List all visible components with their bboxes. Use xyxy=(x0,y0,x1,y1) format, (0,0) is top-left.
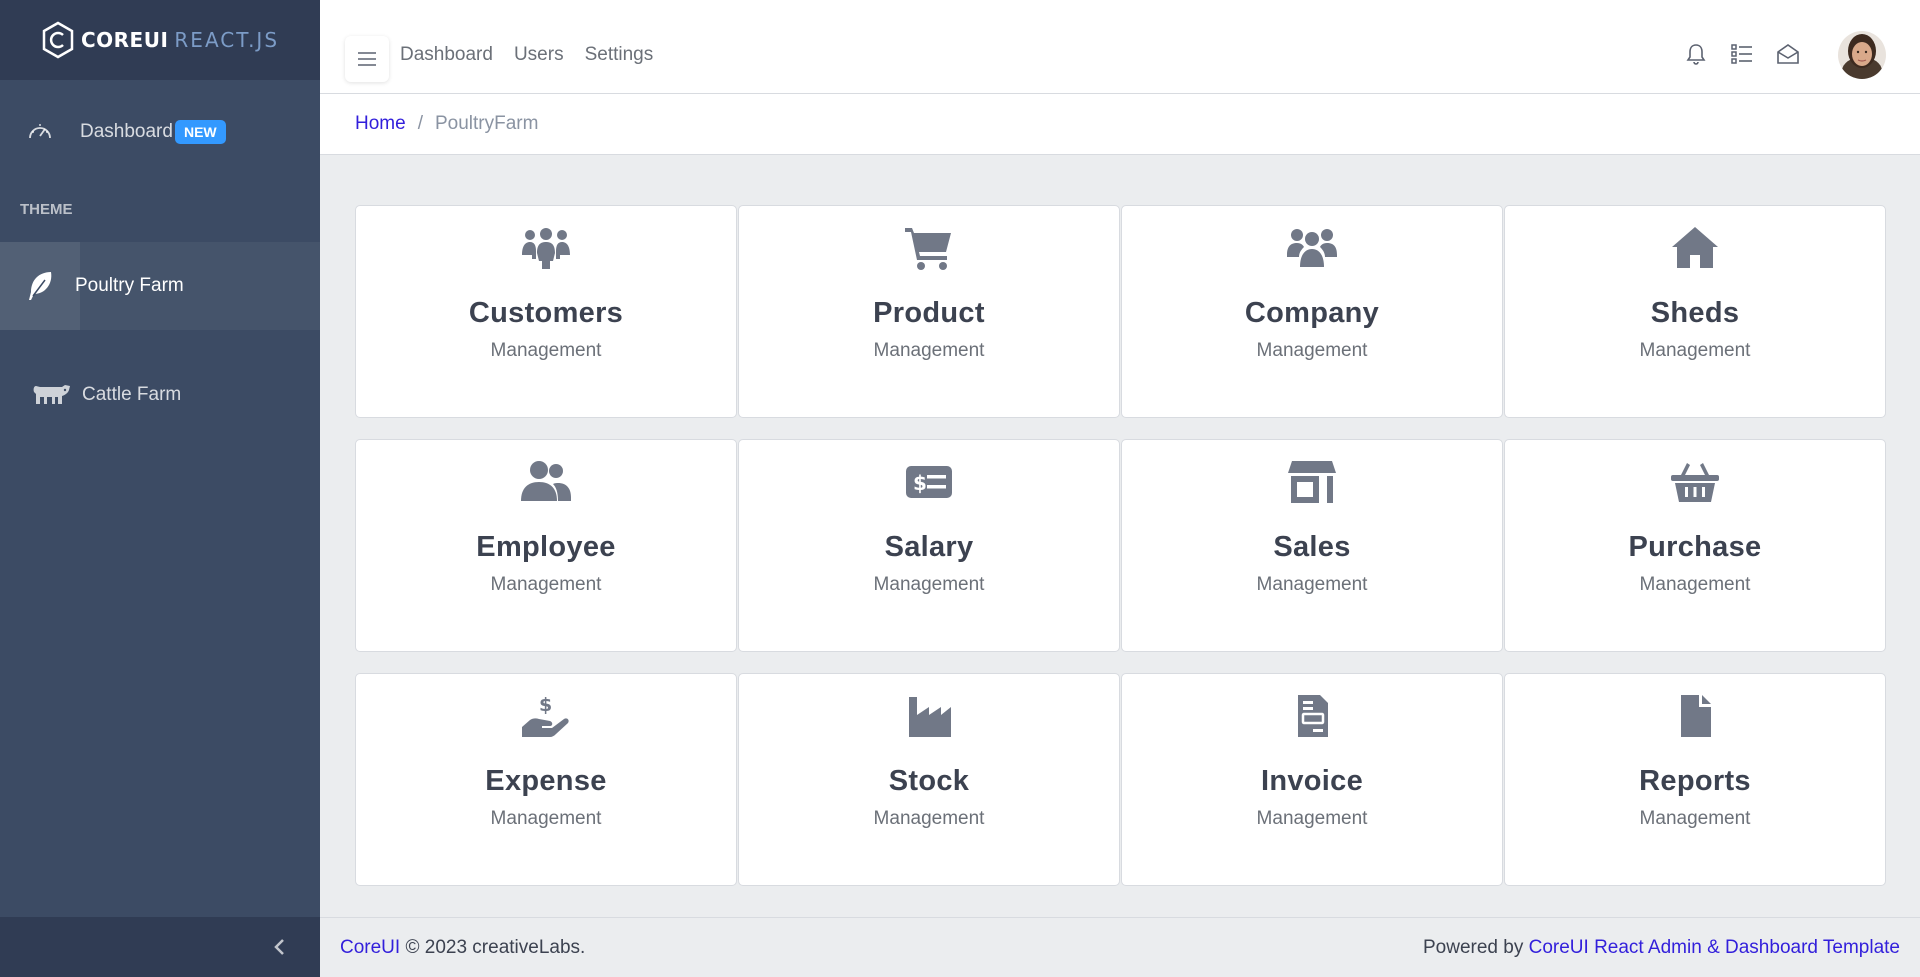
feather-icon xyxy=(29,272,52,300)
footer-template-link[interactable]: CoreUI React Admin & Dashboard Template xyxy=(1529,937,1900,958)
coreui-logo-icon xyxy=(42,21,74,59)
card-employee[interactable]: Employee Management xyxy=(355,439,737,652)
invoice-icon xyxy=(1286,692,1338,740)
svg-text:$: $ xyxy=(913,471,927,495)
footer-left: CoreUI © 2023 creativeLabs. xyxy=(340,937,585,959)
footer: CoreUI © 2023 creativeLabs. Powered by C… xyxy=(320,917,1920,977)
hamburger-icon xyxy=(358,52,376,66)
footer-copyright: © 2023 creativeLabs. xyxy=(405,936,586,958)
management-grid: Customers Management Product Management … xyxy=(355,205,1886,886)
card-salary[interactable]: $ Salary Management xyxy=(738,439,1120,652)
speedometer-icon xyxy=(29,124,51,139)
people-group-icon xyxy=(520,224,572,272)
footer-coreui-link[interactable]: CoreUI xyxy=(340,937,400,958)
money-check-icon: $ xyxy=(903,458,955,506)
card-title: Salary xyxy=(884,531,974,563)
card-subtitle: Management xyxy=(873,340,985,361)
sidebar-item-label: Dashboard xyxy=(80,121,173,142)
card-subtitle: Management xyxy=(1639,340,1751,361)
user-avatar[interactable] xyxy=(1838,31,1886,79)
footer-right: Powered by CoreUI React Admin & Dashboar… xyxy=(1423,937,1900,959)
card-title: Purchase xyxy=(1628,531,1762,563)
sidebar-brand[interactable]: COREUI REACT.JS xyxy=(0,0,320,80)
header-nav-settings[interactable]: Settings xyxy=(585,44,654,66)
card-subtitle: Management xyxy=(490,574,602,595)
card-title: Expense xyxy=(485,765,607,797)
breadcrumb-separator: / xyxy=(417,113,423,134)
sidebar-item-label: Poultry Farm xyxy=(75,275,184,296)
new-badge: NEW xyxy=(174,120,226,144)
card-subtitle: Management xyxy=(490,808,602,829)
envelope-open-icon[interactable] xyxy=(1776,42,1800,66)
breadcrumb-home-link[interactable]: Home xyxy=(355,113,406,135)
header-nav: Dashboard Users Settings xyxy=(400,44,653,66)
cow-icon xyxy=(33,385,70,404)
card-title: Product xyxy=(873,297,985,329)
avatar-image xyxy=(1838,31,1886,79)
card-title: Invoice xyxy=(1260,765,1364,797)
industry-icon xyxy=(903,692,955,740)
card-subtitle: Management xyxy=(1256,808,1368,829)
header-nav-dashboard[interactable]: Dashboard xyxy=(400,44,493,66)
sidebar-item-label: Cattle Farm xyxy=(82,384,182,405)
breadcrumb-current: PoultryFarm xyxy=(434,113,539,134)
house-icon xyxy=(1669,224,1721,272)
header-icons xyxy=(1684,42,1800,66)
card-title: Company xyxy=(1244,297,1380,329)
poultry-icon-box xyxy=(0,242,80,330)
sidebar-section-title: THEME xyxy=(20,200,73,218)
brand-suffix: REACT.JS xyxy=(174,28,280,52)
sidebar-toggler[interactable] xyxy=(0,917,320,977)
basket-icon xyxy=(1669,458,1721,506)
sidebar-item-dashboard[interactable]: Dashboard NEW xyxy=(0,80,320,184)
store-icon xyxy=(1286,458,1338,506)
list-icon[interactable] xyxy=(1730,42,1754,66)
card-title: Sales xyxy=(1273,531,1351,563)
cart-icon xyxy=(903,224,955,272)
card-subtitle: Management xyxy=(1256,574,1368,595)
card-reports[interactable]: Reports Management xyxy=(1504,673,1886,886)
users-icon xyxy=(1286,224,1338,272)
card-subtitle: Management xyxy=(490,340,602,361)
card-subtitle: Management xyxy=(1256,340,1368,361)
file-icon xyxy=(1669,692,1721,740)
card-invoice[interactable]: Invoice Management xyxy=(1121,673,1503,886)
breadcrumb: Home / PoultryFarm xyxy=(320,94,1920,155)
user-group-icon xyxy=(520,458,572,506)
brand-name: COREUI xyxy=(80,28,169,52)
card-subtitle: Management xyxy=(873,574,985,595)
card-title: Stock xyxy=(888,765,970,797)
card-stock[interactable]: Stock Management xyxy=(738,673,1120,886)
header: Dashboard Users Settings xyxy=(320,0,1920,94)
card-title: Reports xyxy=(1639,765,1751,797)
sidebar-item-poultry-farm[interactable]: Poultry Farm xyxy=(0,242,320,330)
card-title: Sheds xyxy=(1650,297,1740,329)
card-purchase[interactable]: Purchase Management xyxy=(1504,439,1886,652)
card-subtitle: Management xyxy=(873,808,985,829)
card-title: Employee xyxy=(476,531,616,563)
sidebar: COREUI REACT.JS Dashboard NEW THEME Poul… xyxy=(0,0,320,977)
card-company[interactable]: Company Management xyxy=(1121,205,1503,418)
card-product[interactable]: Product Management xyxy=(738,205,1120,418)
card-customers[interactable]: Customers Management xyxy=(355,205,737,418)
card-expense[interactable]: $ Expense Management xyxy=(355,673,737,886)
card-sheds[interactable]: Sheds Management xyxy=(1504,205,1886,418)
hand-dollar-icon: $ xyxy=(520,692,572,740)
card-subtitle: Management xyxy=(1639,808,1751,829)
svg-text:$: $ xyxy=(539,694,552,716)
card-subtitle: Management xyxy=(1639,574,1751,595)
sidebar-item-cattle-farm[interactable]: Cattle Farm xyxy=(0,330,320,460)
header-nav-users[interactable]: Users xyxy=(514,44,564,66)
chevron-left-icon xyxy=(274,939,284,955)
sidebar-toggle-button[interactable] xyxy=(345,36,389,82)
card-sales[interactable]: Sales Management xyxy=(1121,439,1503,652)
card-title: Customers xyxy=(468,297,624,329)
footer-powered-by: Powered by xyxy=(1422,936,1524,958)
bell-icon[interactable] xyxy=(1684,42,1708,66)
